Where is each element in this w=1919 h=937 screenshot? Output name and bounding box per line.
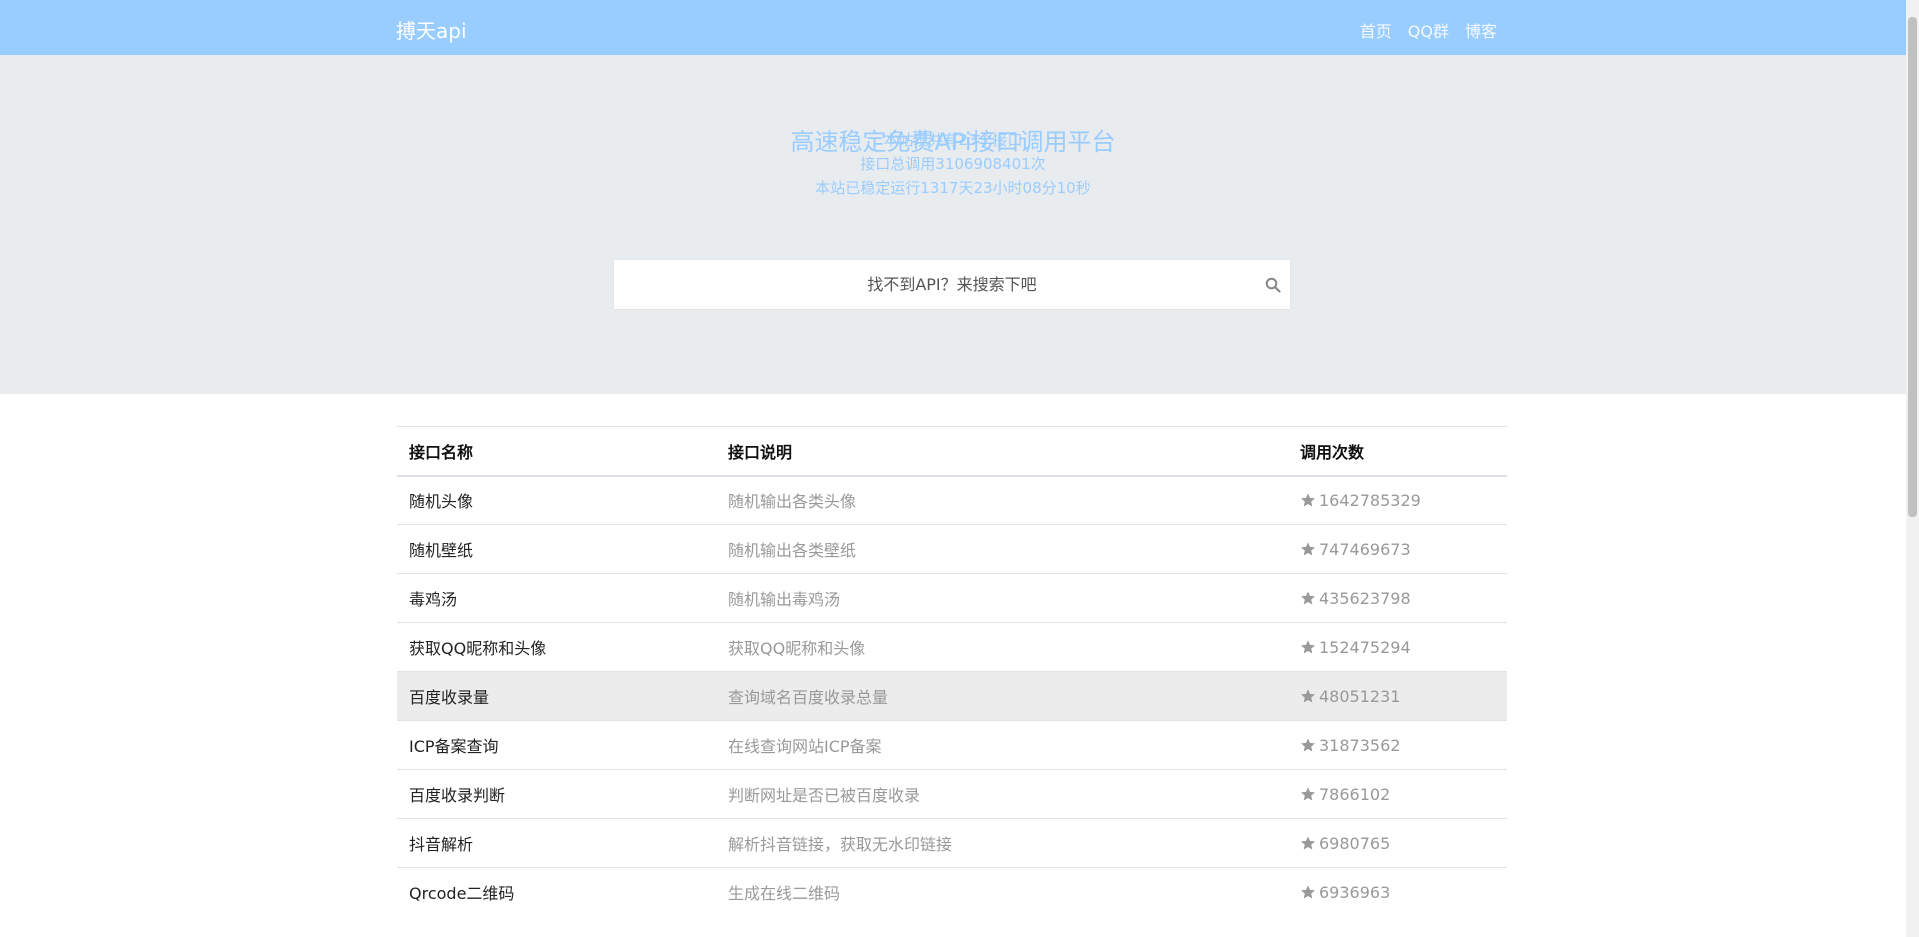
api-name[interactable]: 毒鸡汤: [397, 573, 716, 623]
api-desc: 在线查询网站ICP备案: [716, 720, 1288, 770]
api-count: 1642785329: [1319, 490, 1421, 510]
api-count-cell: 6936963: [1288, 867, 1507, 917]
api-table-wrap: 接口名称 接口说明 调用次数 随机头像 随机输出各类头像 1642785329 …: [397, 426, 1507, 917]
api-table: 接口名称 接口说明 调用次数 随机头像 随机输出各类头像 1642785329 …: [397, 426, 1507, 917]
api-desc: 随机输出各类头像: [716, 475, 1288, 525]
star-icon: [1301, 786, 1315, 801]
col-header-count: 调用次数: [1288, 426, 1507, 477]
api-count: 152475294: [1319, 637, 1411, 657]
table-row[interactable]: 百度收录判断 判断网址是否已被百度收录 7866102: [397, 769, 1507, 819]
api-count-cell: 747469673: [1288, 524, 1507, 574]
api-desc: 解析抖音链接，获取无水印链接: [716, 818, 1288, 868]
api-count-cell: 31873562: [1288, 720, 1507, 770]
search-input[interactable]: [614, 260, 1290, 309]
star-icon: [1301, 835, 1315, 850]
api-desc: 生成在线二维码: [716, 867, 1288, 917]
star-icon: [1301, 885, 1315, 899]
api-count-cell: 48051231: [1288, 671, 1507, 721]
api-desc: 查询域名百度收录总量: [716, 671, 1288, 721]
nav-blog[interactable]: 博客: [1465, 18, 1497, 42]
api-name[interactable]: 随机头像: [397, 475, 716, 525]
star-icon: [1301, 639, 1315, 654]
api-count: 48051231: [1319, 686, 1401, 706]
api-count: 747469673: [1319, 539, 1411, 559]
api-name[interactable]: ICP备案查询: [397, 720, 716, 770]
api-count-cell: 152475294: [1288, 622, 1507, 672]
navbar: 搏天api 首页 QQ群 博客: [0, 0, 1906, 55]
table-row[interactable]: 随机头像 随机输出各类头像 1642785329: [397, 475, 1507, 525]
api-count: 31873562: [1319, 735, 1401, 755]
table-row[interactable]: Qrcode二维码 生成在线二维码 6936963: [397, 867, 1507, 917]
table-header-row: 接口名称 接口说明 调用次数: [397, 426, 1507, 477]
brand-logo[interactable]: 搏天api: [396, 15, 467, 44]
hero-total-calls: 接口总调用3106908401次: [860, 155, 1046, 173]
table-row[interactable]: 毒鸡汤 随机输出毒鸡汤 435623798: [397, 573, 1507, 623]
api-count: 6936963: [1319, 882, 1391, 902]
api-count-cell: 7866102: [1288, 769, 1507, 819]
api-name[interactable]: 抖音解析: [397, 818, 716, 868]
api-count: 7866102: [1319, 784, 1391, 804]
api-count-cell: 435623798: [1288, 573, 1507, 623]
api-desc: 随机输出各类壁纸: [716, 524, 1288, 574]
scrollbar[interactable]: [1906, 0, 1919, 937]
star-icon: [1301, 493, 1315, 507]
nav-qq-group[interactable]: QQ群: [1408, 18, 1449, 42]
api-name[interactable]: 百度收录量: [397, 671, 716, 721]
api-desc: 获取QQ昵称和头像: [716, 622, 1288, 672]
table-row[interactable]: 获取QQ昵称和头像 获取QQ昵称和头像 152475294: [397, 622, 1507, 672]
table-row[interactable]: 抖音解析 解析抖音链接，获取无水印链接 6980765: [397, 818, 1507, 868]
search-icon[interactable]: [1265, 277, 1281, 293]
scrollbar-thumb[interactable]: [1908, 17, 1917, 517]
api-name[interactable]: 随机壁纸: [397, 524, 716, 574]
api-name[interactable]: 百度收录判断: [397, 769, 716, 819]
star-icon: [1301, 590, 1315, 605]
hero-api-count: 本站现共有23个接口: [883, 131, 1023, 149]
api-name[interactable]: 获取QQ昵称和头像: [397, 622, 716, 672]
api-count-cell: 6980765: [1288, 818, 1507, 868]
table-row[interactable]: ICP备案查询 在线查询网站ICP备案 31873562: [397, 720, 1507, 770]
star-icon: [1301, 737, 1315, 752]
search-box: [613, 259, 1291, 310]
api-name[interactable]: Qrcode二维码: [397, 867, 716, 917]
api-count-cell: 1642785329: [1288, 475, 1507, 525]
hero: 高速稳定免费APi接口调用平台 本站现共有23个接口 接口总调用31069084…: [0, 55, 1906, 394]
hero-uptime: 本站已稳定运行1317天23小时08分10秒: [815, 179, 1091, 197]
star-icon: [1301, 688, 1315, 703]
col-header-desc: 接口说明: [716, 426, 1288, 477]
col-header-name: 接口名称: [397, 426, 716, 477]
table-row[interactable]: 随机壁纸 随机输出各类壁纸 747469673: [397, 524, 1507, 574]
nav-links: 首页 QQ群 博客: [1360, 18, 1497, 42]
star-icon: [1301, 541, 1315, 556]
api-count: 6980765: [1319, 833, 1391, 853]
api-desc: 判断网址是否已被百度收录: [716, 769, 1288, 819]
table-row-hovered[interactable]: 百度收录量 查询域名百度收录总量 48051231: [397, 671, 1507, 721]
api-desc: 随机输出毒鸡汤: [716, 573, 1288, 623]
api-count: 435623798: [1319, 588, 1411, 608]
nav-home[interactable]: 首页: [1360, 18, 1392, 42]
